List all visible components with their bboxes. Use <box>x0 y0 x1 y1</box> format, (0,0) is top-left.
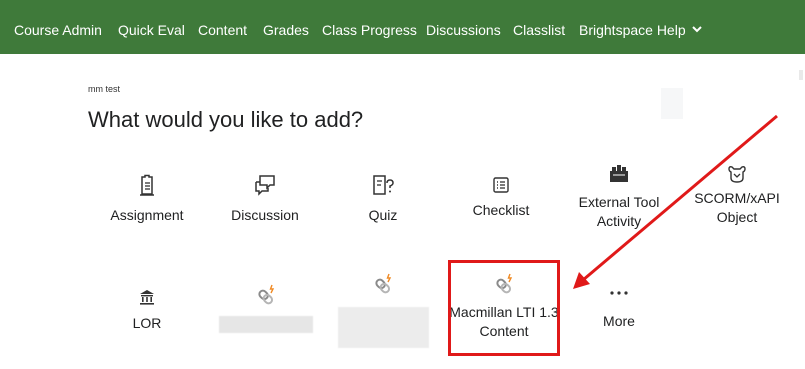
tile-external-tool-activity[interactable]: External Tool Activity <box>564 162 674 231</box>
library-icon <box>140 290 154 305</box>
tile-label-scorm-xapi-object: SCORM/xAPI Object <box>694 190 780 225</box>
quiz-icon <box>373 175 394 195</box>
chevron-down-icon <box>691 26 702 33</box>
tile-label-more: More <box>603 313 635 329</box>
context-label: mm test <box>88 84 121 94</box>
tile-assignment[interactable]: Assignment <box>92 174 202 225</box>
tile-quiz[interactable]: Quiz <box>328 174 438 225</box>
nav-item-grades[interactable]: Grades <box>263 21 309 39</box>
nav-item-class-progress[interactable]: Class Progress <box>322 21 417 39</box>
faint-placeholder <box>661 88 683 119</box>
lego-icon <box>610 165 628 182</box>
nav-item-content[interactable]: Content <box>198 21 247 39</box>
tile-lor[interactable]: LOR <box>92 288 202 333</box>
tile-discussion[interactable]: Discussion <box>210 174 320 225</box>
nav-item-course-admin[interactable]: Course Admin <box>14 21 102 39</box>
nav-item-discussions[interactable]: Discussions <box>426 21 501 39</box>
tile-scorm-xapi-object[interactable]: SCORM/xAPI Object <box>682 163 792 227</box>
tile-label-checklist: Checklist <box>472 202 530 218</box>
annotation-highlight-box <box>448 260 560 356</box>
page: Course Admin Quick Eval Content Grades C… <box>0 0 805 369</box>
tile-label-lor: LOR <box>132 315 162 331</box>
scrollbar-hint <box>799 70 803 80</box>
tile-checklist[interactable]: Checklist <box>446 176 556 220</box>
top-nav-bar: Course Admin Quick Eval Content Grades C… <box>0 0 805 54</box>
tile-lti-tool-blurred-2[interactable] <box>328 273 438 295</box>
tile-lti-tool-blurred-1[interactable] <box>211 284 321 306</box>
nav-item-brightspace-help[interactable]: Brightspace Help <box>579 21 702 39</box>
lti-link-icon <box>375 273 392 294</box>
assignment-icon <box>140 174 154 196</box>
lti-link-icon <box>258 284 275 305</box>
tile-label-external-tool-activity: External Tool Activity <box>578 194 660 229</box>
tile-label-quiz: Quiz <box>368 207 398 223</box>
page-title: What would you like to add? <box>88 107 364 132</box>
tile-more[interactable]: More <box>564 288 674 331</box>
checklist-icon <box>493 177 509 193</box>
nav-item-classlist[interactable]: Classlist <box>513 21 565 39</box>
discussion-icon <box>255 175 275 196</box>
nav-item-quick-eval[interactable]: Quick Eval <box>118 21 185 39</box>
ellipsis-icon <box>610 291 628 295</box>
redacted-label-2 <box>338 307 429 348</box>
nav-item-brightspace-help-label: Brightspace Help <box>579 22 686 38</box>
redacted-label-1 <box>219 316 313 333</box>
tile-label-assignment: Assignment <box>110 207 184 223</box>
scorm-icon <box>728 166 746 183</box>
tile-label-discussion: Discussion <box>231 207 299 223</box>
